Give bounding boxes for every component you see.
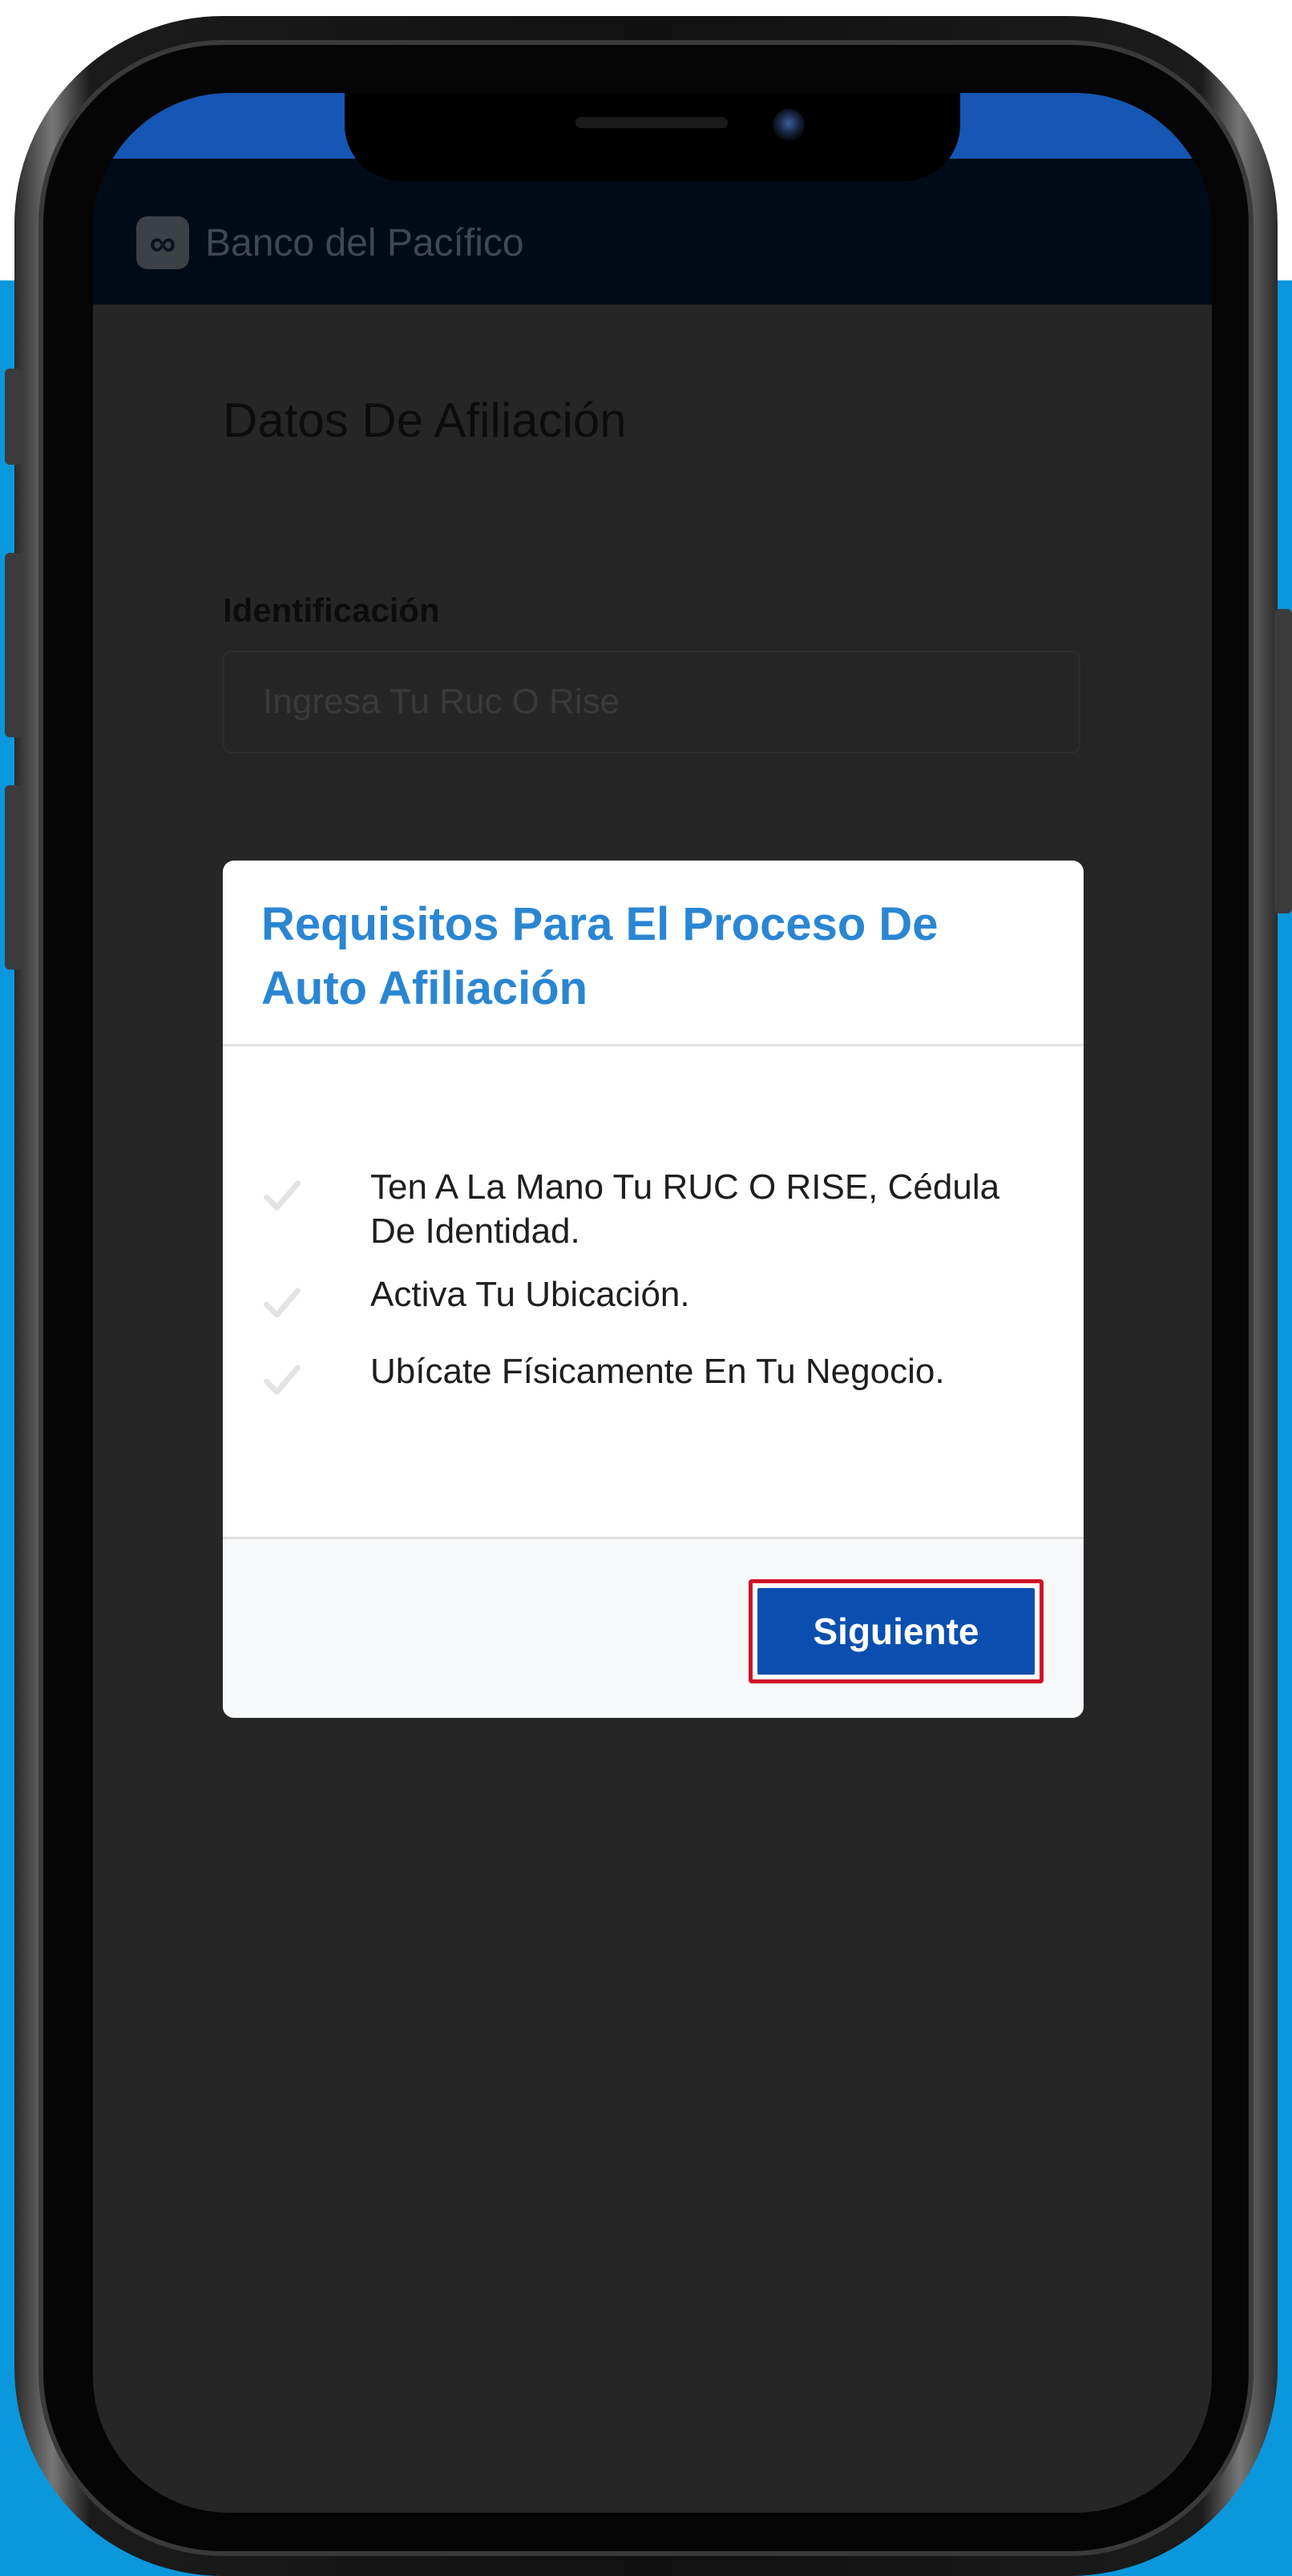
phone-power-button bbox=[1274, 609, 1292, 913]
next-button-highlight: Siguiente bbox=[749, 1579, 1044, 1683]
check-icon bbox=[264, 1180, 301, 1211]
phone-volume-down-button bbox=[5, 785, 22, 970]
requirements-modal: Requisitos Para El Proceso De Auto Afili… bbox=[223, 861, 1084, 1718]
modal-title: Requisitos Para El Proceso De Auto Afili… bbox=[261, 898, 939, 1014]
check-icon bbox=[264, 1365, 301, 1395]
requirement-text: Activa Tu Ubicación. bbox=[370, 1275, 690, 1314]
front-camera-icon bbox=[773, 109, 805, 141]
stage: ∞ Banco del Pacífico Datos De Afiliación… bbox=[0, 0, 1292, 2576]
bank-logo-glyph: ∞ bbox=[149, 222, 176, 264]
check-icon bbox=[264, 1288, 301, 1318]
bank-brand-name: Banco del Pacífico bbox=[205, 222, 524, 264]
phone-mute-switch bbox=[5, 369, 22, 465]
phone-speaker bbox=[575, 117, 728, 128]
bank-logo-icon: ∞ bbox=[136, 216, 189, 269]
requirement-text: Ubícate Físicamente En Tu Negocio. bbox=[370, 1352, 945, 1391]
identification-label: Identificación bbox=[223, 591, 440, 629]
requirement-text: Ten A La Mano Tu RUC O RISE, Cédula De I… bbox=[370, 1167, 1000, 1251]
modal-footer: Siguiente bbox=[223, 1537, 1084, 1718]
phone-notch bbox=[345, 93, 960, 181]
next-button[interactable]: Siguiente bbox=[757, 1588, 1035, 1675]
identification-input[interactable] bbox=[223, 651, 1080, 753]
page-title: Datos De Afiliación bbox=[223, 393, 627, 447]
phone-volume-up-button bbox=[5, 553, 22, 737]
modal-header: Requisitos Para El Proceso De Auto Afili… bbox=[223, 861, 1084, 1046]
phone-screen: ∞ Banco del Pacífico Datos De Afiliación… bbox=[93, 93, 1212, 2513]
